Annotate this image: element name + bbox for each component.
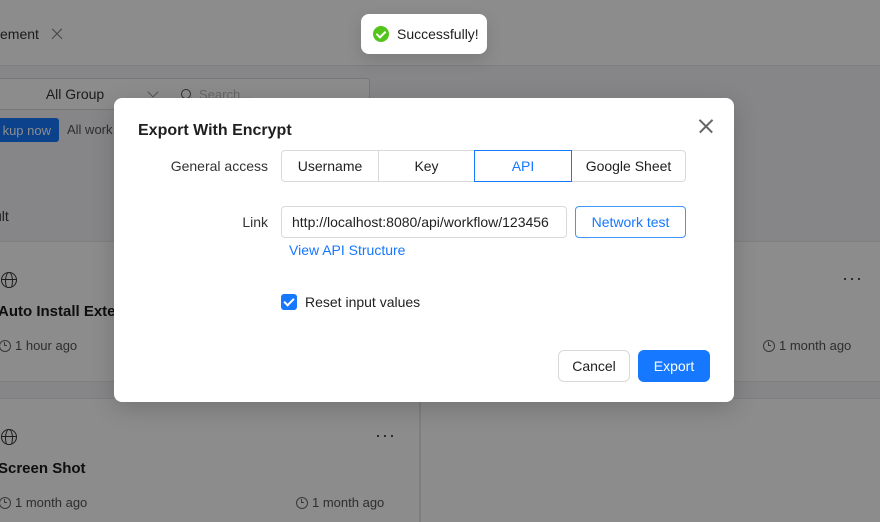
- export-modal: Export With Encrypt General access Usern…: [114, 98, 734, 402]
- link-label: Link: [242, 214, 268, 230]
- cancel-button[interactable]: Cancel: [558, 350, 630, 382]
- access-option-google-sheet[interactable]: Google Sheet: [571, 150, 686, 182]
- reset-input-label[interactable]: Reset input values: [305, 294, 420, 310]
- reset-input-checkbox[interactable]: [281, 294, 297, 310]
- link-input[interactable]: [281, 206, 567, 238]
- general-access-label: General access: [170, 158, 268, 174]
- success-toast: Successfully!: [361, 14, 487, 54]
- modal-title: Export With Encrypt: [138, 122, 292, 139]
- access-segmented-control: Username Key API Google Sheet: [281, 150, 686, 182]
- view-api-structure-link[interactable]: View API Structure: [289, 242, 405, 258]
- access-option-username[interactable]: Username: [281, 150, 379, 182]
- export-button[interactable]: Export: [638, 350, 710, 382]
- check-circle-icon: [373, 26, 389, 42]
- network-test-button[interactable]: Network test: [575, 206, 686, 238]
- access-option-api[interactable]: API: [474, 150, 572, 182]
- access-option-key[interactable]: Key: [378, 150, 475, 182]
- close-icon[interactable]: [698, 118, 714, 134]
- toast-message: Successfully!: [397, 26, 479, 42]
